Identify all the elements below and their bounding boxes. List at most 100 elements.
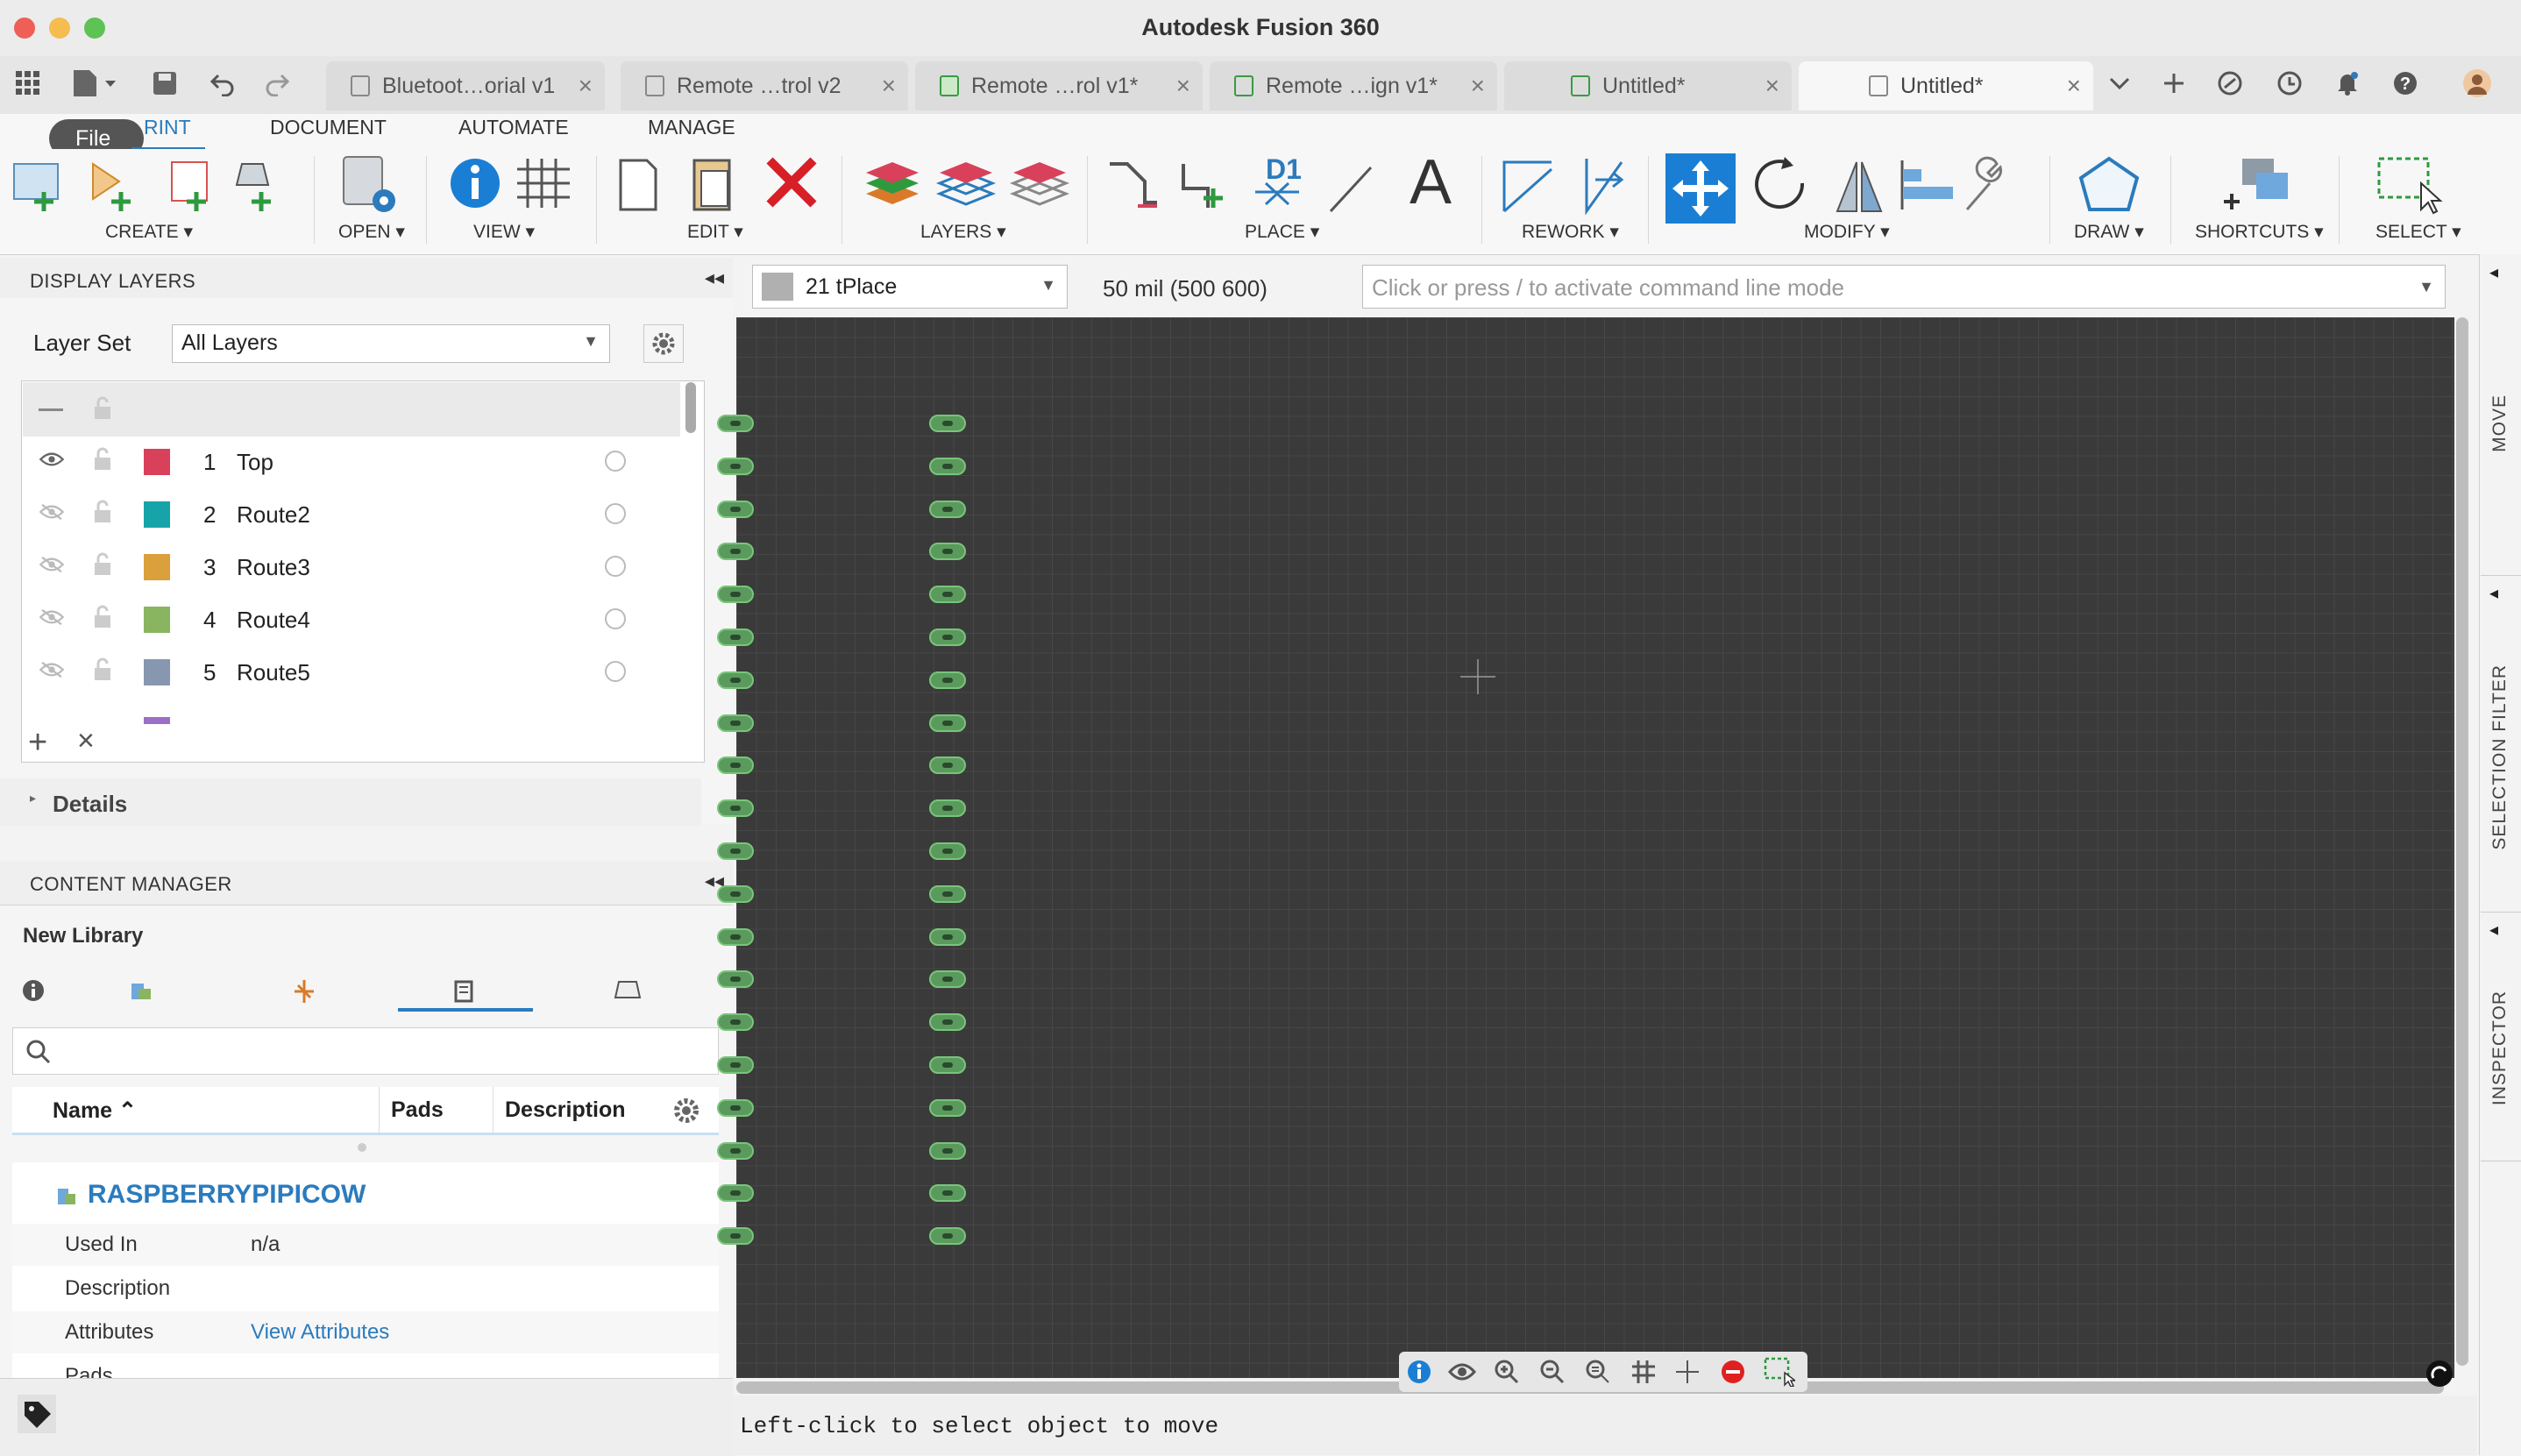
tab-untitled-footprint[interactable]: Untitled* ×: [1799, 61, 2093, 110]
active-layer-radio[interactable]: [605, 661, 626, 682]
zoom-fit-icon[interactable]: [1585, 1359, 1611, 1385]
footprint-pad[interactable]: [717, 1227, 754, 1246]
delete-layer-icon[interactable]: ×: [77, 726, 95, 756]
add-layer-plus-icon[interactable]: +: [28, 726, 47, 759]
view-group-label[interactable]: VIEW ▾: [473, 221, 535, 243]
footprint-pad[interactable]: [717, 1056, 754, 1074]
column-description[interactable]: Description: [505, 1097, 626, 1123]
lock-icon[interactable]: [93, 605, 112, 629]
eye-off-icon[interactable]: [39, 556, 65, 573]
footprint-pad[interactable]: [929, 457, 966, 475]
create-group-label[interactable]: CREATE ▾: [105, 221, 193, 243]
footprint-pad[interactable]: [929, 629, 966, 646]
stop-icon[interactable]: [1720, 1359, 1746, 1385]
info-icon[interactable]: [21, 978, 46, 1007]
footprint-pad[interactable]: [929, 970, 966, 989]
file-menu-icon[interactable]: [67, 65, 123, 102]
footprint-pad[interactable]: [717, 543, 754, 561]
footprint-pad[interactable]: [717, 671, 754, 689]
current-layer-select[interactable]: 21 tPlace ▼: [752, 265, 1068, 309]
layer-color-swatch[interactable]: [144, 449, 170, 475]
tab-document[interactable]: DOCUMENT: [270, 116, 387, 139]
footprint-pad[interactable]: [717, 1141, 754, 1160]
gear-icon[interactable]: [671, 1096, 701, 1126]
extensions-icon[interactable]: [2212, 65, 2248, 102]
active-layer-radio[interactable]: [605, 451, 626, 472]
shortcuts-group-label[interactable]: SHORTCUTS ▾: [2195, 221, 2324, 243]
eye-off-icon[interactable]: [39, 608, 65, 626]
job-status-icon[interactable]: [2272, 65, 2307, 102]
tab-remote-control-v1[interactable]: Remote …rol v1* ×: [915, 61, 1203, 110]
footprint-pad[interactable]: [929, 671, 966, 689]
tab-untitled-schematic[interactable]: Untitled* ×: [1504, 61, 1792, 110]
item-title[interactable]: RASPBERRYPIPICOW: [88, 1180, 366, 1210]
new-tab-plus-icon[interactable]: [2156, 65, 2191, 102]
apps-grid-icon[interactable]: [12, 65, 44, 102]
footprint-pad[interactable]: [929, 714, 966, 732]
tab-footprint[interactable]: RINT: [144, 116, 191, 139]
view-attributes-link[interactable]: View Attributes: [251, 1320, 389, 1345]
selection-filter-panel-tab[interactable]: SELECTION FILTER: [2489, 664, 2510, 850]
tab-remote-control-v2[interactable]: Remote …trol v2 ×: [621, 61, 908, 110]
help-icon[interactable]: ?: [2388, 65, 2423, 102]
content-manager-header[interactable]: CONTENT MANAGER ◂◂: [0, 861, 733, 906]
footprint-pad[interactable]: [717, 415, 754, 432]
footprint-pad[interactable]: [717, 970, 754, 989]
footprint-pad[interactable]: [717, 842, 754, 860]
close-tab-icon[interactable]: ×: [882, 72, 896, 100]
info-icon[interactable]: [1406, 1359, 1432, 1385]
tab-bluetooth-tutorial[interactable]: Bluetoot…orial v1 ×: [326, 61, 605, 110]
redo-icon[interactable]: [259, 65, 295, 102]
eye-icon[interactable]: [1448, 1360, 1476, 1383]
package-icon[interactable]: [128, 978, 154, 1007]
footprint-pad[interactable]: [929, 415, 966, 432]
layer-color-swatch[interactable]: [144, 501, 170, 528]
eye-off-icon[interactable]: [39, 503, 65, 521]
collapse-panel-icon[interactable]: ◂: [2489, 261, 2498, 283]
collapse-panel-icon[interactable]: ◂: [2489, 919, 2498, 941]
footprint-pad[interactable]: [717, 500, 754, 518]
footprint-pad[interactable]: [929, 799, 966, 818]
lock-icon[interactable]: [93, 657, 112, 682]
footprint-pad[interactable]: [717, 586, 754, 604]
footprint-pad[interactable]: [717, 799, 754, 818]
design-canvas[interactable]: [717, 317, 2454, 1378]
move-tool-button[interactable]: [1665, 153, 1736, 224]
layer-row[interactable]: 3 Route3: [23, 542, 680, 594]
footprint-pad[interactable]: [929, 586, 966, 604]
footprint-pad[interactable]: [717, 756, 754, 775]
footprint-pad[interactable]: [929, 1056, 966, 1074]
window-select-icon[interactable]: [1764, 1357, 1795, 1387]
undo-icon[interactable]: [205, 65, 240, 102]
notifications-icon[interactable]: [2330, 65, 2365, 102]
layer-set-select[interactable]: All Layers ▼: [172, 324, 610, 363]
footprint-pad[interactable]: [929, 756, 966, 775]
footprint-pad[interactable]: [717, 457, 754, 475]
footprint-pad[interactable]: [929, 1184, 966, 1203]
symbol-icon[interactable]: [291, 978, 317, 1009]
active-layer-radio[interactable]: [605, 556, 626, 577]
move-panel-tab[interactable]: MOVE: [2489, 394, 2510, 452]
tag-button[interactable]: [18, 1395, 56, 1433]
collapse-panel-icon[interactable]: ◂◂: [705, 266, 724, 289]
layer-row[interactable]: 1 Top: [23, 437, 680, 489]
close-tab-icon[interactable]: ×: [1765, 72, 1779, 100]
footprint-pad[interactable]: [929, 1227, 966, 1246]
snap-icon[interactable]: [1674, 1359, 1701, 1385]
place-group-label[interactable]: PLACE ▾: [1245, 221, 1319, 243]
zoom-in-icon[interactable]: [1494, 1359, 1520, 1385]
footprint-pad[interactable]: [929, 543, 966, 561]
modify-group-label[interactable]: MODIFY ▾: [1804, 221, 1890, 243]
layer-color-swatch[interactable]: [144, 554, 170, 580]
grid-icon[interactable]: [1630, 1359, 1657, 1385]
close-tab-icon[interactable]: ×: [1176, 72, 1190, 100]
tab-automate[interactable]: AUTOMATE: [458, 116, 569, 139]
layer-list-scrollbar[interactable]: [685, 382, 696, 433]
layer-settings-button[interactable]: [643, 324, 684, 363]
splitter-handle[interactable]: [358, 1143, 366, 1152]
zoom-out-icon[interactable]: [1539, 1359, 1566, 1385]
column-pads[interactable]: Pads: [391, 1097, 444, 1123]
close-tab-icon[interactable]: ×: [579, 72, 593, 100]
edit-group-label[interactable]: EDIT ▾: [687, 221, 743, 243]
lock-icon[interactable]: [93, 396, 112, 421]
